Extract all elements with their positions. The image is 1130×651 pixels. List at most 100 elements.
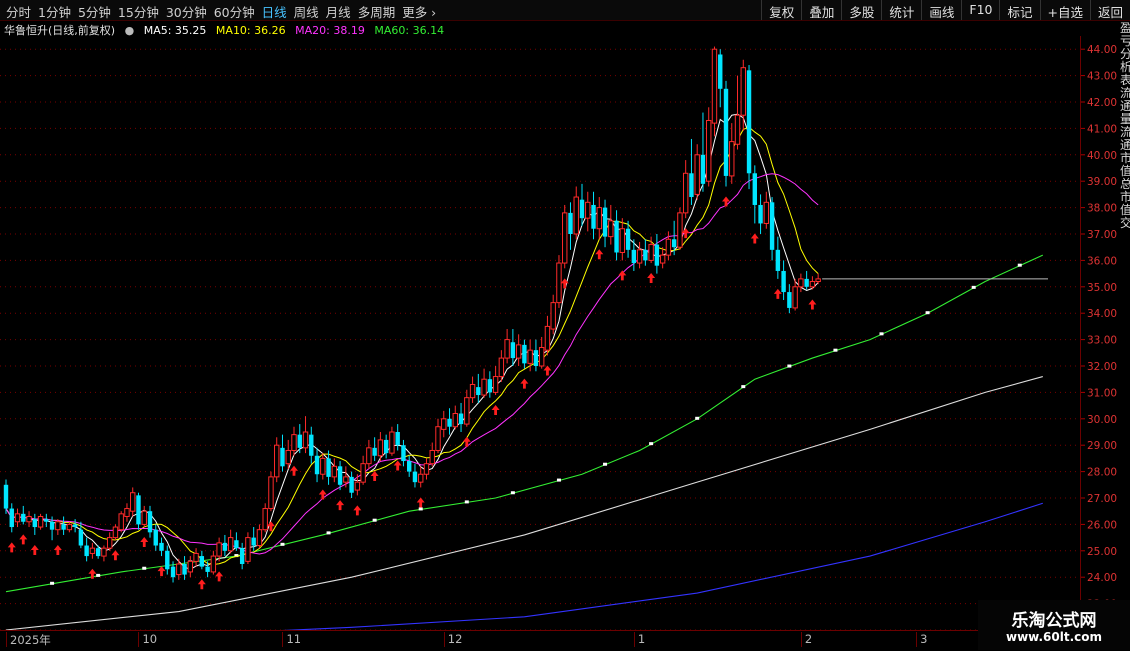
candle-body bbox=[700, 154, 706, 184]
candle-body bbox=[643, 249, 648, 261]
candle-body bbox=[677, 212, 683, 248]
candle-body bbox=[596, 207, 602, 230]
tool-button[interactable]: 叠加 bbox=[801, 0, 841, 20]
period-tab[interactable]: 日线 bbox=[262, 5, 287, 20]
buy-arrow-icon bbox=[111, 550, 120, 561]
candle-body bbox=[464, 397, 470, 425]
tool-button[interactable]: 多股 bbox=[841, 0, 881, 20]
axis-label: 41.00 bbox=[1087, 123, 1117, 135]
period-tab[interactable]: 60分钟 bbox=[214, 5, 255, 20]
candle-body bbox=[205, 566, 210, 572]
buy-arrow-icon bbox=[773, 288, 782, 299]
tool-button[interactable]: 标记 bbox=[999, 0, 1039, 20]
buy-arrow-icon bbox=[681, 228, 690, 239]
candle-body bbox=[401, 445, 406, 462]
candle-body bbox=[147, 511, 153, 533]
buy-arrow-icon bbox=[491, 405, 500, 416]
candle-body bbox=[112, 526, 119, 539]
buy-arrow-icon bbox=[30, 544, 39, 555]
period-tab[interactable]: 30分钟 bbox=[166, 5, 207, 20]
ma60-marker bbox=[96, 573, 101, 577]
candle-body bbox=[124, 508, 130, 517]
tool-button[interactable]: 统计 bbox=[881, 0, 921, 20]
candle-body bbox=[711, 48, 718, 124]
candle-body bbox=[14, 513, 21, 523]
candle-body bbox=[781, 270, 786, 293]
tool-button[interactable]: 返回 bbox=[1089, 0, 1130, 20]
axis-label: 39.00 bbox=[1087, 176, 1117, 188]
tool-button[interactable]: F10 bbox=[961, 0, 999, 20]
kline-chart[interactable] bbox=[0, 36, 1080, 630]
ma60-marker bbox=[280, 542, 285, 546]
period-tab[interactable]: 多周期 bbox=[358, 5, 396, 20]
candle-body bbox=[636, 249, 643, 264]
candle-body bbox=[239, 548, 245, 564]
ma60-marker bbox=[326, 531, 331, 535]
candle-body bbox=[141, 510, 147, 525]
tool-button[interactable]: 画线 bbox=[921, 0, 961, 20]
candle-body bbox=[602, 207, 608, 237]
period-tab[interactable]: 更多 › bbox=[402, 5, 436, 20]
ma60-marker bbox=[556, 478, 561, 482]
ma60-marker bbox=[372, 518, 377, 522]
buy-arrow-icon bbox=[336, 500, 345, 511]
candle-body bbox=[809, 281, 816, 288]
period-tab[interactable]: 15分钟 bbox=[118, 5, 159, 20]
candle-body bbox=[671, 239, 677, 248]
candle-body bbox=[331, 465, 338, 478]
candle-body bbox=[804, 278, 809, 287]
candle-body bbox=[758, 204, 763, 224]
candle-body bbox=[447, 418, 452, 427]
candle-body bbox=[389, 431, 395, 454]
buy-arrow-icon bbox=[197, 579, 206, 590]
candle-body bbox=[354, 481, 361, 491]
ma60-marker bbox=[741, 385, 746, 389]
candle-body bbox=[256, 529, 263, 547]
buy-arrow-icon bbox=[157, 566, 166, 577]
candle-body bbox=[407, 461, 412, 472]
ma60-marker bbox=[787, 364, 792, 368]
candle-body bbox=[815, 278, 821, 283]
candle-body bbox=[89, 547, 96, 554]
candle-body bbox=[746, 70, 752, 174]
candle-body bbox=[366, 447, 372, 465]
axis-label: 25.00 bbox=[1087, 546, 1117, 558]
period-tab[interactable]: 分时 bbox=[6, 5, 31, 20]
candle-body bbox=[608, 220, 614, 238]
period-tab[interactable]: 周线 bbox=[294, 5, 319, 20]
tool-button[interactable]: 复权 bbox=[761, 0, 801, 20]
buy-arrow-icon bbox=[370, 471, 379, 482]
ma20-line bbox=[5, 173, 819, 555]
buy-arrow-icon bbox=[416, 497, 425, 508]
buy-arrow-icon bbox=[520, 378, 529, 389]
buy-arrow-icon bbox=[7, 542, 16, 553]
candle-body bbox=[95, 548, 101, 557]
candle-body bbox=[326, 458, 331, 477]
candle-body bbox=[61, 524, 66, 530]
candle-body bbox=[706, 119, 712, 182]
candle-body bbox=[734, 114, 741, 145]
buy-arrow-icon bbox=[393, 460, 402, 471]
candle-body bbox=[614, 220, 619, 253]
axis-label: 35.00 bbox=[1087, 282, 1117, 294]
ma60-marker bbox=[879, 332, 884, 336]
candle-body bbox=[32, 519, 37, 528]
tool-button[interactable]: +自选 bbox=[1039, 0, 1090, 20]
candle-body bbox=[72, 524, 78, 528]
buy-arrow-icon bbox=[808, 299, 817, 310]
axis-label: 24.00 bbox=[1087, 572, 1117, 584]
axis-label: 43.00 bbox=[1087, 71, 1117, 83]
period-tab[interactable]: 1分钟 bbox=[38, 5, 71, 20]
period-tab[interactable]: 月线 bbox=[326, 5, 351, 20]
period-tab[interactable]: 5分钟 bbox=[78, 5, 111, 20]
candle-body bbox=[538, 347, 545, 367]
candle-body bbox=[153, 529, 158, 546]
buy-arrow-icon bbox=[722, 196, 730, 207]
candle-body bbox=[130, 492, 136, 512]
candle-body bbox=[216, 542, 222, 557]
ma60-marker bbox=[833, 348, 838, 352]
candle-body bbox=[176, 563, 182, 576]
date-tick: 2025年 bbox=[6, 632, 51, 647]
period-tabs: 分时 1分钟 5分钟 15分钟 30分钟 60分钟 日线 周线 月线 多周期 更多 › bbox=[6, 2, 443, 21]
candle-body bbox=[504, 339, 510, 359]
